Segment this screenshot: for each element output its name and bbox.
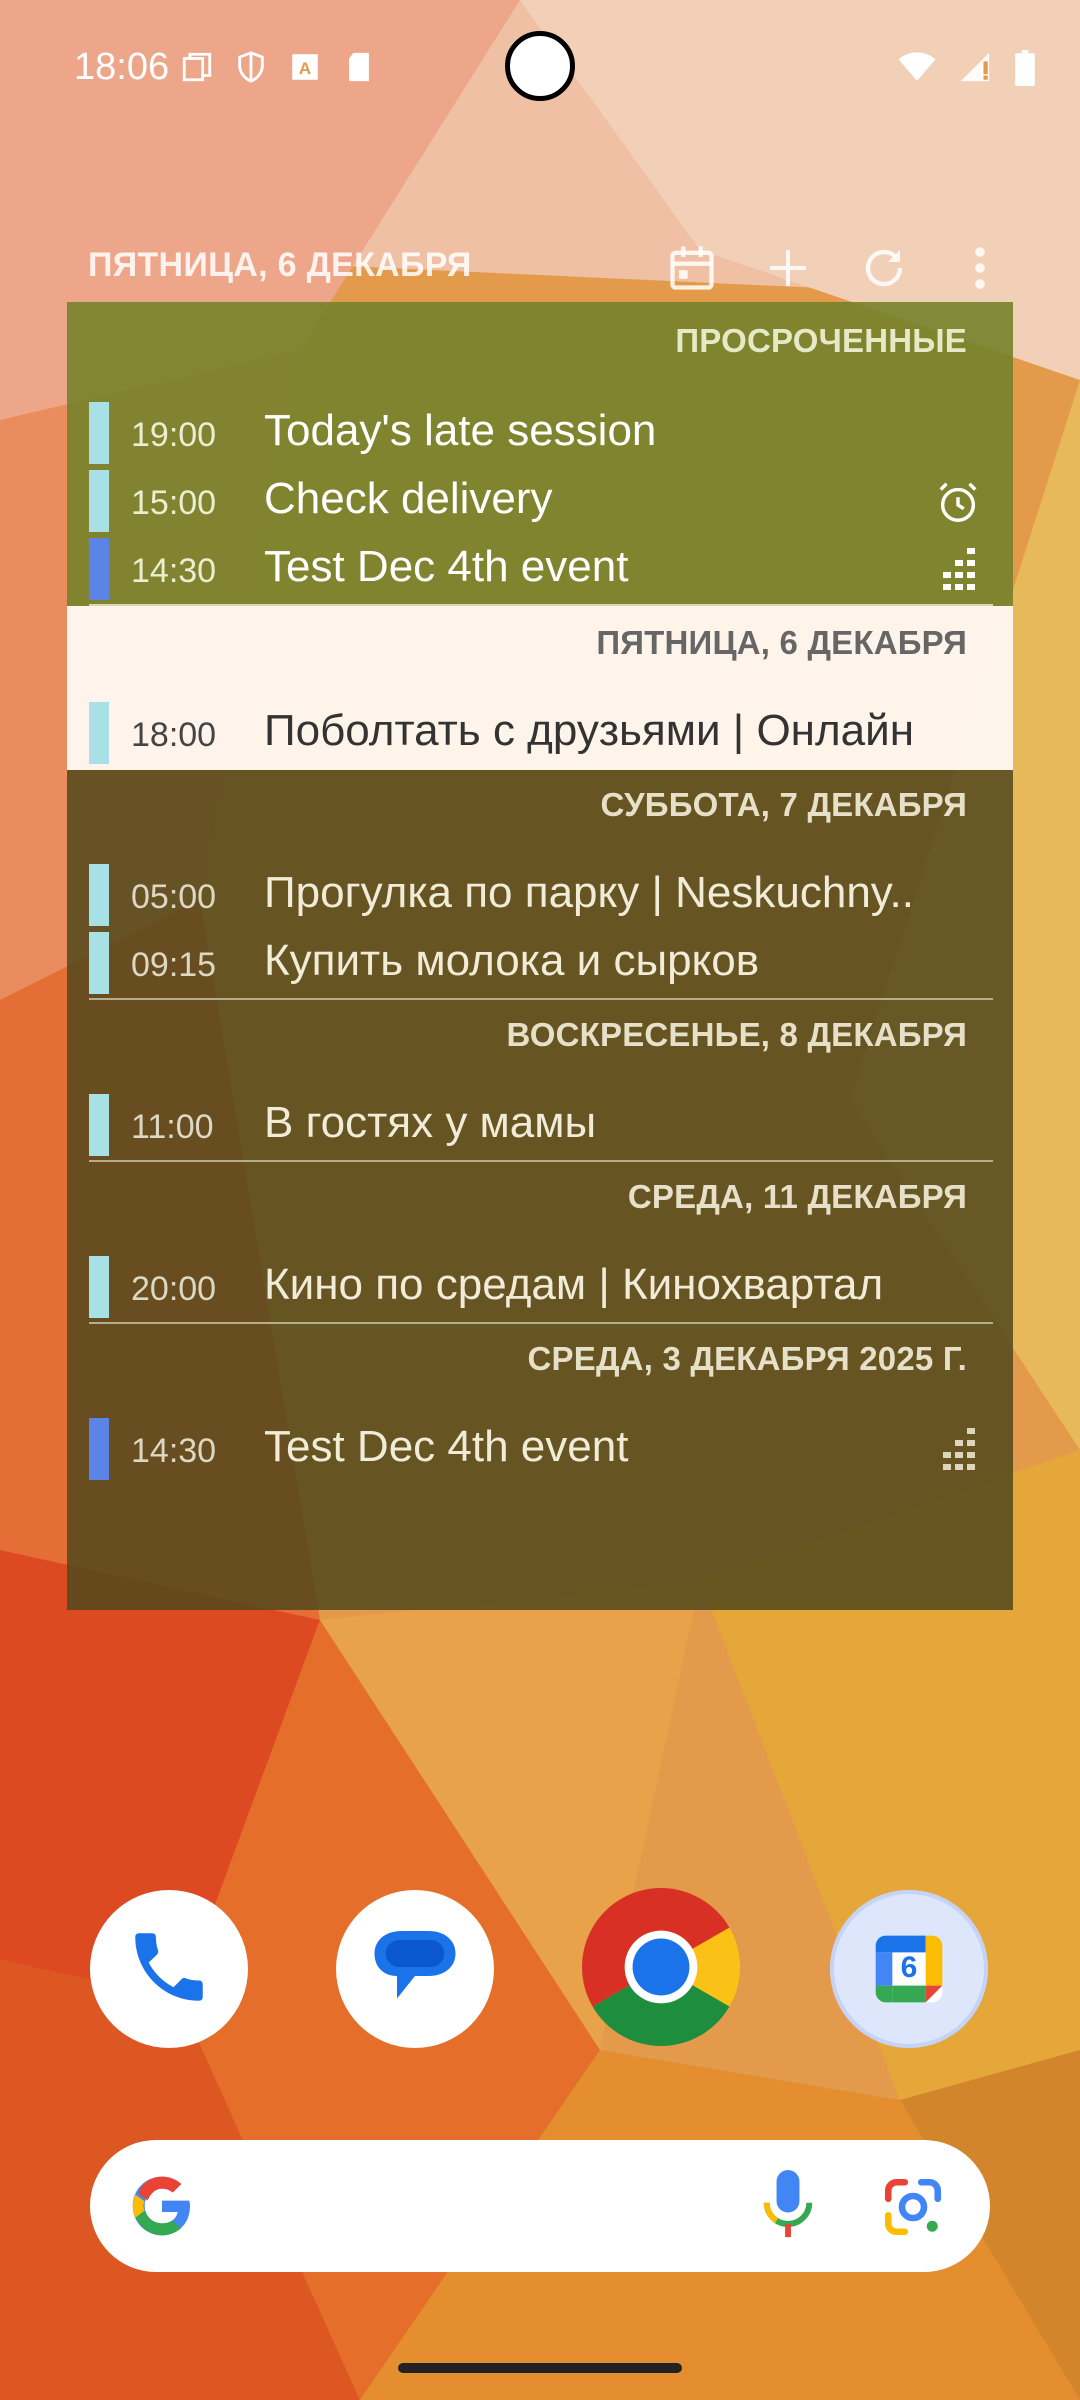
event-color-bar bbox=[89, 1256, 109, 1318]
more-vert-icon[interactable] bbox=[952, 240, 1008, 296]
calendar-app-icon: 6 bbox=[869, 1929, 949, 2009]
status-time: 18:06 bbox=[74, 46, 170, 88]
event-row[interactable]: 14:30 Test Dec 4th event bbox=[89, 538, 989, 600]
divider bbox=[89, 1160, 993, 1162]
event-row[interactable]: 09:15 Купить молока и сырков bbox=[89, 932, 989, 994]
copy-icon bbox=[180, 50, 214, 88]
dots-grid-icon bbox=[941, 548, 981, 594]
refresh-icon[interactable] bbox=[856, 240, 912, 296]
event-title: Today's late session bbox=[264, 406, 657, 455]
event-row[interactable]: 15:00 Check delivery bbox=[89, 470, 989, 532]
event-row[interactable]: 05:00 Прогулка по парку | Neskuchny.. bbox=[89, 864, 989, 926]
phone-icon bbox=[124, 1922, 214, 2016]
plus-icon[interactable] bbox=[760, 240, 816, 296]
front-camera-cutout bbox=[505, 31, 575, 101]
event-title: Прогулка по парку | Neskuchny.. bbox=[264, 868, 914, 917]
event-time: 20:00 bbox=[131, 1270, 217, 1308]
event-color-bar bbox=[89, 1418, 109, 1480]
day-header: СРЕДА, 3 ДЕКАБРЯ 2025 Г. bbox=[527, 1340, 967, 1377]
day-header: ПРОСРОЧЕННЫЕ bbox=[675, 322, 967, 359]
day-header: СУББОТА, 7 ДЕКАБРЯ bbox=[600, 786, 967, 823]
status-notification-icons: A bbox=[180, 50, 376, 88]
mic-icon[interactable] bbox=[760, 2170, 816, 2246]
event-row[interactable]: 14:30 Test Dec 4th event bbox=[89, 1418, 989, 1480]
day-header: ПЯТНИЦА, 6 ДЕКАБРЯ bbox=[596, 624, 967, 661]
day-header: ВОСКРЕСЕНЬЕ, 8 ДЕКАБРЯ bbox=[506, 1016, 967, 1053]
event-time: 14:30 bbox=[131, 552, 217, 590]
signal-icon bbox=[958, 50, 992, 90]
event-color-bar bbox=[89, 702, 109, 764]
google-g-icon bbox=[130, 2174, 194, 2242]
divider bbox=[89, 604, 993, 606]
calendar-widget: ПРОСРОЧЕННЫЕ 19:00 Today's late session … bbox=[67, 302, 1013, 1610]
status-system-icons bbox=[898, 50, 1036, 90]
alarm-icon bbox=[935, 480, 981, 530]
event-title: Check delivery bbox=[264, 474, 553, 523]
event-title: В гостях у мамы bbox=[264, 1098, 597, 1147]
shield-icon bbox=[234, 50, 268, 88]
divider bbox=[89, 1322, 993, 1324]
messages-app[interactable] bbox=[336, 1890, 494, 2048]
event-time: 05:00 bbox=[131, 878, 217, 916]
calendar-app-day: 6 bbox=[900, 1951, 918, 1984]
divider bbox=[89, 998, 993, 1000]
phone-app[interactable] bbox=[90, 1890, 248, 2048]
day-header: СРЕДА, 11 ДЕКАБРЯ bbox=[627, 1178, 967, 1215]
google-search-bar[interactable] bbox=[90, 2140, 990, 2272]
event-title: Test Dec 4th event bbox=[264, 542, 629, 591]
calendar-icon[interactable] bbox=[664, 240, 720, 296]
event-title: Test Dec 4th event bbox=[264, 1422, 629, 1471]
widget-header-date[interactable]: ПЯТНИЦА, 6 ДЕКАБРЯ bbox=[88, 246, 472, 285]
event-row[interactable]: 20:00 Кино по средам | Кинохвартал bbox=[89, 1256, 989, 1318]
wifi-icon bbox=[898, 50, 936, 90]
event-time: 18:00 bbox=[131, 716, 217, 754]
calendar-app[interactable]: 6 bbox=[830, 1890, 988, 2048]
event-time: 19:00 bbox=[131, 416, 217, 454]
dots-grid-icon bbox=[941, 1428, 981, 1474]
event-title: Купить молока и сырков bbox=[264, 936, 760, 985]
event-title: Поболтать с друзьями | Онлайн bbox=[264, 706, 914, 755]
messages-icon bbox=[361, 1913, 469, 2025]
font-icon: A bbox=[288, 50, 322, 88]
event-row[interactable]: 11:00 В гостях у мамы bbox=[89, 1094, 989, 1156]
event-color-bar bbox=[89, 538, 109, 600]
widget-header: ПЯТНИЦА, 6 ДЕКАБРЯ bbox=[88, 240, 1008, 300]
event-color-bar bbox=[89, 932, 109, 994]
chrome-icon bbox=[582, 1888, 740, 2050]
sd-card-icon bbox=[342, 50, 376, 88]
event-color-bar bbox=[89, 470, 109, 532]
event-row[interactable]: 19:00 Today's late session bbox=[89, 402, 989, 464]
event-time: 09:15 bbox=[131, 946, 217, 984]
widget-actions bbox=[664, 240, 1008, 296]
event-color-bar bbox=[89, 864, 109, 926]
event-color-bar bbox=[89, 402, 109, 464]
home-gesture-bar[interactable] bbox=[398, 2363, 682, 2373]
event-color-bar bbox=[89, 1094, 109, 1156]
chrome-app[interactable] bbox=[582, 1888, 740, 2050]
lens-icon[interactable] bbox=[880, 2174, 946, 2244]
battery-icon bbox=[1014, 50, 1036, 90]
event-row[interactable]: 18:00 Поболтать с друзьями | Онлайн bbox=[89, 702, 989, 764]
event-time: 11:00 bbox=[131, 1108, 214, 1146]
event-title: Кино по средам | Кинохвартал bbox=[264, 1260, 884, 1309]
event-time: 14:30 bbox=[131, 1432, 217, 1470]
svg-text:A: A bbox=[299, 59, 311, 78]
event-time: 15:00 bbox=[131, 484, 217, 522]
